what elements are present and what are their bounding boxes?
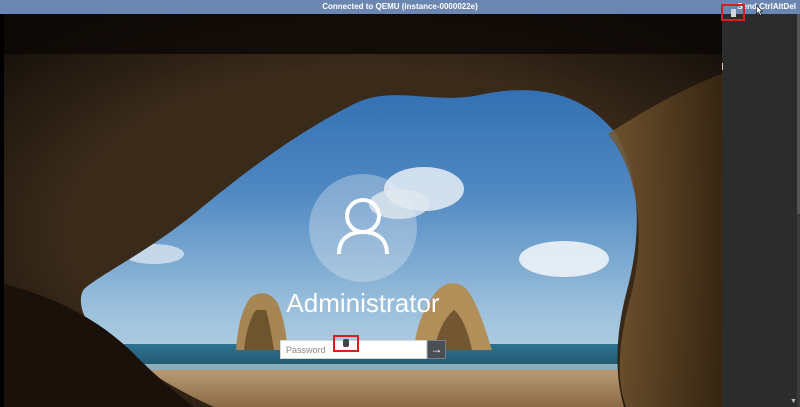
account-name: Administrator bbox=[286, 288, 440, 318]
scroll-down-icon[interactable]: ▼ bbox=[790, 398, 797, 405]
annotation-highlight-box bbox=[721, 4, 745, 21]
user-icon bbox=[337, 198, 389, 255]
mouse-pointer-icon bbox=[756, 5, 763, 16]
annotation-marker bbox=[343, 339, 349, 347]
console-side-gutter bbox=[722, 14, 800, 407]
arrow-right-icon: → bbox=[430, 342, 443, 356]
console-titlebar: Connected to QEMU (instance-0000022e) Se… bbox=[0, 0, 800, 14]
annotation-highlight-box bbox=[333, 335, 359, 352]
user-avatar bbox=[309, 174, 417, 282]
console-title: Connected to QEMU (instance-0000022e) bbox=[322, 2, 478, 11]
send-ctrl-alt-del-button[interactable]: Send CtrlAltDel bbox=[737, 2, 796, 11]
text-cursor-mark bbox=[722, 63, 723, 70]
annotation-marker bbox=[731, 9, 736, 17]
remote-screen[interactable]: Administrator → bbox=[4, 14, 722, 407]
sign-in-button[interactable]: → bbox=[427, 340, 446, 359]
